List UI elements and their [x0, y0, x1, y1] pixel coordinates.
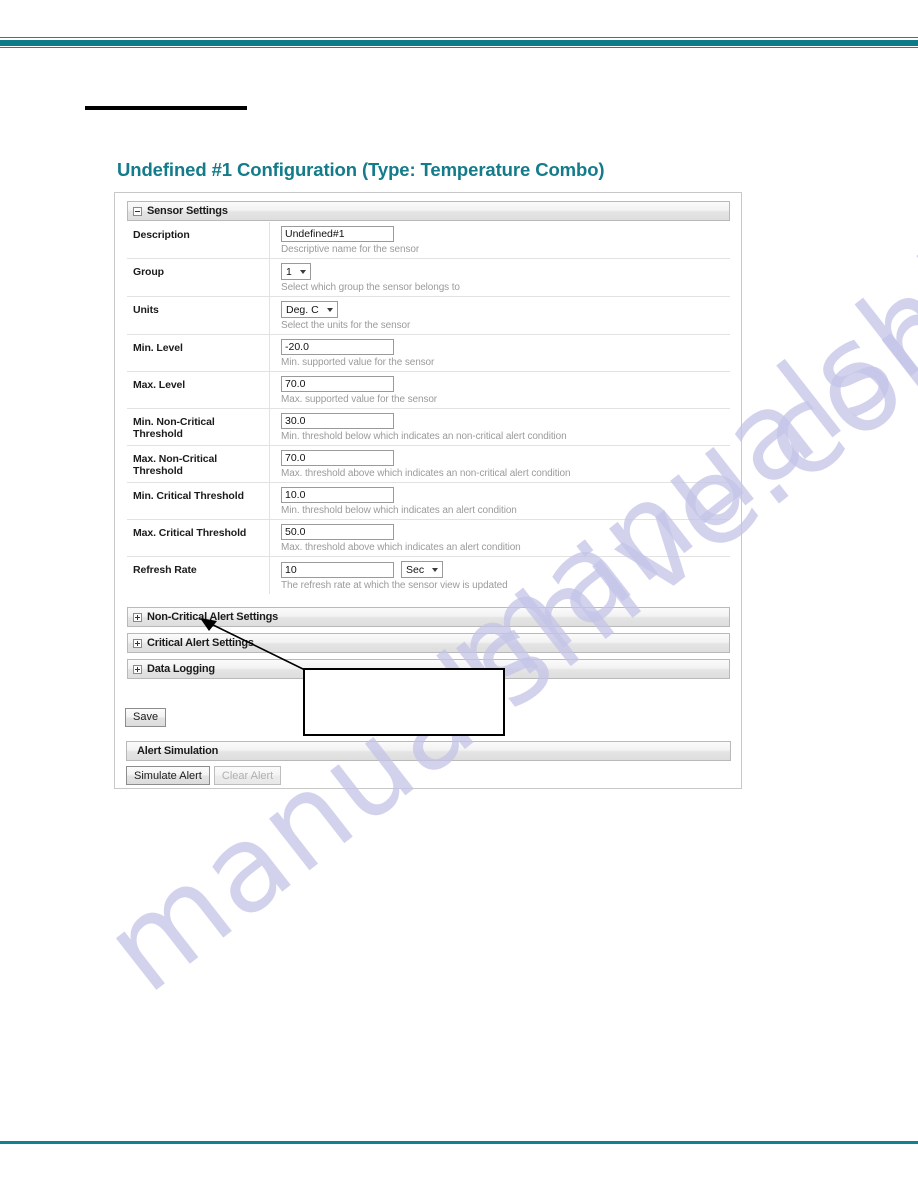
field-label: Min. Non-Critical Threshold [127, 409, 270, 445]
refresh-rate-input[interactable] [281, 561, 394, 578]
field-label: Min. Critical Threshold [127, 483, 270, 519]
section-title: Critical Alert Settings [147, 637, 254, 649]
form-row-min-level: Min. Level Min. supported value for the … [127, 335, 730, 372]
plus-box-icon[interactable] [133, 612, 142, 622]
form-row-description: Description Descriptive name for the sen… [127, 222, 730, 259]
form-row-max-non-critical-threshold: Max. Non-Critical Threshold Max. thresho… [127, 446, 730, 483]
form-row-refresh-rate: Refresh Rate Sec The refresh rate at whi… [127, 557, 730, 594]
annotation-callout-box [303, 668, 505, 736]
max-level-input[interactable] [281, 376, 394, 392]
field-label: Max. Level [127, 372, 270, 408]
form-row-max-critical-threshold: Max. Critical Threshold Max. threshold a… [127, 520, 730, 557]
field-label: Description [127, 222, 270, 258]
form-row-units: Units Deg. C Select the units for the se… [127, 297, 730, 335]
section-title: Sensor Settings [147, 205, 228, 217]
save-button[interactable]: Save [125, 707, 167, 727]
sensor-settings-form: Description Descriptive name for the sen… [127, 222, 730, 594]
field-label: Min. Level [127, 335, 270, 371]
field-hint: Max. threshold above which indicates an … [281, 468, 571, 479]
units-select-value: Deg. C [286, 303, 319, 316]
form-row-min-non-critical-threshold: Min. Non-Critical Threshold Min. thresho… [127, 409, 730, 446]
chevron-down-icon [299, 269, 306, 274]
min-level-input[interactable] [281, 339, 394, 355]
plus-box-icon[interactable] [133, 638, 142, 648]
field-label: Group [127, 259, 270, 296]
section-header-sensor-settings[interactable]: Sensor Settings [127, 201, 730, 221]
minus-box-icon[interactable] [133, 206, 142, 216]
section-title: Alert Simulation [137, 745, 219, 757]
field-hint: Descriptive name for the sensor [281, 244, 420, 255]
field-hint: Select the units for the sensor [281, 320, 411, 331]
form-row-group: Group 1 Select which group the sensor be… [127, 259, 730, 297]
field-hint: The refresh rate at which the sensor vie… [281, 580, 508, 591]
field-hint: Min. threshold below which indicates an … [281, 505, 517, 516]
plus-box-icon[interactable] [133, 664, 142, 674]
field-label: Refresh Rate [127, 557, 270, 594]
field-label: Max. Non-Critical Threshold [127, 446, 270, 482]
form-row-min-critical-threshold: Min. Critical Threshold Min. threshold b… [127, 483, 730, 520]
field-hint: Select which group the sensor belongs to [281, 282, 460, 293]
max-critical-threshold-input[interactable] [281, 524, 394, 540]
section-header-alert-simulation: Alert Simulation [126, 741, 731, 761]
min-non-critical-threshold-input[interactable] [281, 413, 394, 429]
chevron-down-icon [326, 307, 333, 312]
section-header-critical-alert-settings[interactable]: Critical Alert Settings [127, 633, 730, 653]
min-critical-threshold-input[interactable] [281, 487, 394, 503]
description-input[interactable] [281, 226, 394, 242]
header-rule [0, 37, 918, 48]
field-hint: Max. threshold above which indicates an … [281, 542, 521, 553]
units-select[interactable]: Deg. C [281, 301, 338, 318]
chevron-down-icon [432, 567, 439, 572]
field-label: Units [127, 297, 270, 334]
field-hint: Min. supported value for the sensor [281, 357, 435, 368]
clear-alert-button: Clear Alert [213, 766, 282, 785]
refresh-rate-unit-select[interactable]: Sec [401, 561, 444, 578]
section-underline [85, 106, 247, 110]
footer-rule [0, 1141, 918, 1144]
refresh-rate-unit-value: Sec [406, 563, 425, 576]
group-select[interactable]: 1 [281, 263, 311, 280]
simulate-alert-button[interactable]: Simulate Alert [126, 766, 210, 785]
field-hint: Min. threshold below which indicates an … [281, 431, 567, 442]
group-select-value: 1 [286, 265, 292, 278]
max-non-critical-threshold-input[interactable] [281, 450, 394, 466]
section-title: Non-Critical Alert Settings [147, 611, 279, 623]
section-title: Data Logging [147, 663, 215, 675]
field-label: Max. Critical Threshold [127, 520, 270, 556]
form-row-max-level: Max. Level Max. supported value for the … [127, 372, 730, 409]
field-hint: Max. supported value for the sensor [281, 394, 438, 405]
section-header-non-critical-alert-settings[interactable]: Non-Critical Alert Settings [127, 607, 730, 627]
page-title: Undefined #1 Configuration (Type: Temper… [117, 159, 605, 180]
